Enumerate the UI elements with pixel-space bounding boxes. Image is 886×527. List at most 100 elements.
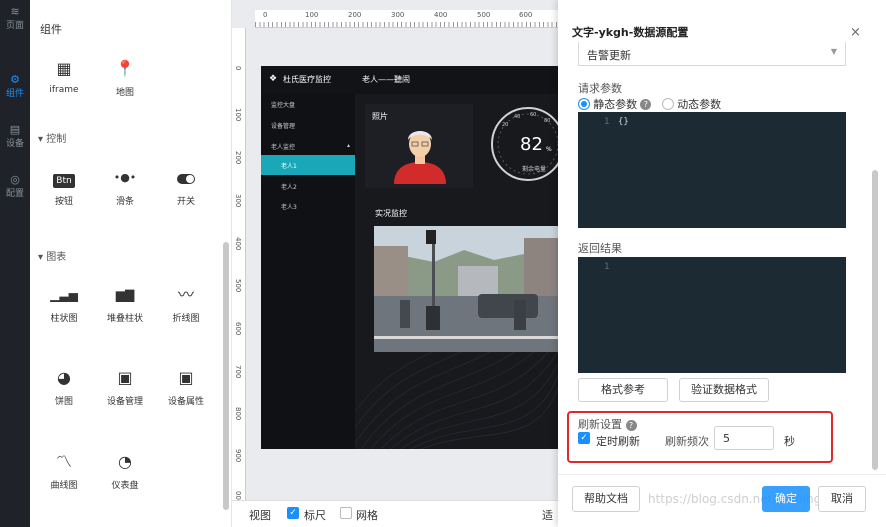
component-gauge[interactable]: ◔ 仪表盘	[95, 451, 155, 491]
component-pie-chart[interactable]: ◕ 饼图	[34, 367, 94, 407]
left-ruler: 0 100 200 300 400 500 600 700 800 900 00	[232, 28, 246, 508]
grid-label: 网格	[356, 509, 378, 522]
select-value: 告警更新	[587, 49, 631, 62]
dashboard-submenu-item[interactable]: 老人2	[281, 182, 297, 191]
component-label: 按钮	[54, 197, 73, 207]
ruler-tick: 0	[263, 11, 268, 19]
confirm-button[interactable]: 确定	[762, 486, 810, 512]
panel-scrollbar[interactable]	[872, 170, 878, 470]
curve-chart-icon: 〽	[55, 452, 72, 471]
nav-item-components[interactable]: ⚙ 组件	[0, 74, 30, 100]
gauge-tick: 60	[530, 112, 537, 118]
component-button[interactable]: Btn 按钮	[34, 167, 94, 207]
component-stacked-bar[interactable]: ▆▇ 堆叠柱状	[95, 284, 155, 324]
ruler-tick: 400	[434, 11, 448, 19]
component-curve-chart[interactable]: 〽曲线图	[34, 451, 94, 491]
ruler-tick: 100	[234, 108, 242, 122]
device-attr-icon: ▣	[178, 368, 194, 387]
timed-refresh-checkbox[interactable]: ✓	[578, 432, 590, 444]
component-slider[interactable]: •●• 滑条	[95, 167, 155, 207]
line-number: 1	[604, 262, 610, 272]
view-label: 视图	[249, 509, 271, 522]
top-ruler: 0 100 200 300 400 500 600	[255, 10, 558, 28]
ruler-tick: 700	[234, 365, 242, 379]
close-icon[interactable]: ×	[850, 25, 861, 40]
refresh-freq-label: 刷新频次	[665, 435, 709, 448]
ruler-checkbox[interactable]: ✓	[287, 507, 299, 519]
component-label: 设备管理	[106, 397, 143, 407]
line-number: 1	[604, 117, 610, 127]
settings-icon: ◎	[10, 173, 20, 186]
component-switch[interactable]: 开关	[156, 167, 216, 207]
ruler-tick: 500	[234, 279, 242, 293]
help-icon[interactable]: ?	[640, 98, 652, 110]
component-label: 仪表盘	[111, 481, 139, 491]
dashboard-menu-item[interactable]: 设备管理	[271, 121, 295, 130]
photo-card: 照片	[365, 104, 473, 188]
group-chart-toggle[interactable]: ▾ 图表	[38, 248, 66, 263]
main-nav: ≋ 页面 ⚙ 组件 ▤ 设备 ◎ 配置	[0, 0, 30, 527]
radio-label: 静态参数	[593, 98, 638, 111]
component-label: 开关	[176, 197, 195, 207]
datasource-select[interactable]: 告警更新 ▼	[578, 42, 846, 66]
component-map[interactable]: 📍 地图	[95, 58, 155, 98]
static-param-radio[interactable]: 静态参数 ?	[578, 96, 652, 112]
dashboard-menu-item[interactable]: 老人监控	[271, 142, 295, 151]
component-iframe[interactable]: ▦ iframe	[34, 58, 94, 95]
component-scrollbar[interactable]	[223, 242, 229, 510]
live-monitor-video[interactable]	[374, 226, 558, 352]
component-device-attr[interactable]: ▣ 设备属性	[156, 367, 216, 407]
dashboard-submenu-item[interactable]: 老人3	[281, 202, 297, 211]
component-label: 饼图	[54, 397, 73, 407]
grid-checkbox[interactable]	[340, 507, 352, 519]
help-icon[interactable]: ?	[625, 420, 637, 431]
component-line-chart[interactable]: 〰折线图	[156, 284, 216, 324]
nav-item-devices[interactable]: ▤ 设备	[0, 124, 30, 150]
gauge-value: 82	[520, 134, 543, 155]
ruler-tick: 200	[234, 151, 242, 165]
map-pin-icon: 📍	[115, 59, 135, 78]
format-reference-button[interactable]: 格式参考	[578, 378, 668, 402]
street-scene-image	[374, 226, 558, 352]
nav-item-page[interactable]: ≋ 页面	[0, 6, 30, 32]
slider-icon: •●•	[113, 171, 137, 184]
component-label: 柱状图	[50, 314, 78, 324]
timed-refresh-label: 定时刷新	[596, 435, 640, 448]
nav-item-config[interactable]: ◎ 配置	[0, 173, 30, 200]
verify-format-button[interactable]: 验证数据格式	[679, 378, 769, 402]
gauge-tick: 80	[544, 118, 551, 124]
dashboard-header-title: 老人——聽闹	[362, 75, 410, 84]
dashboard-menu-item[interactable]: 监控大盘	[271, 100, 295, 109]
dynamic-param-radio[interactable]: 动态参数	[662, 96, 721, 112]
help-doc-button[interactable]: 帮助文档	[572, 486, 640, 512]
elder-avatar-icon	[394, 131, 446, 184]
ruler-tick: 300	[234, 194, 242, 208]
fit-label[interactable]: 适	[542, 507, 553, 523]
iframe-icon: ▦	[56, 59, 72, 78]
check-icon: ✓	[578, 432, 590, 444]
component-bar-chart[interactable]: ▁▃▅ 柱状图	[34, 284, 94, 324]
gauge-tick: 40	[514, 114, 521, 120]
component-panel: 组件 ▦ iframe 📍 地图 ▾ 控制 Btn 按钮 •●• 滑条 开关 ▾ 图表 …	[30, 0, 232, 527]
result-label: 返回结果	[578, 242, 622, 255]
battery-gauge: 20 40 60 80 82 % 剩余电量	[480, 100, 558, 188]
gauge-unit: %	[546, 146, 552, 153]
ruler-label: 标尺	[304, 509, 326, 522]
canvas-bottom-toolbar: 视图 ✓ 标尺 网格 适	[232, 500, 558, 527]
dashboard-submenu-active[interactable]: 老人1	[261, 155, 355, 175]
group-control-toggle[interactable]: ▾ 控制	[38, 130, 66, 145]
device-manage-icon: ▣	[117, 368, 133, 387]
brand-logo-icon: ❖	[269, 74, 278, 84]
result-editor[interactable]: 1	[578, 257, 846, 373]
request-params-editor[interactable]: 1 {}	[578, 112, 846, 228]
refresh-freq-input[interactable]: 5	[714, 426, 774, 450]
stacked-bar-icon: ▆▇	[115, 288, 135, 302]
chevron-down-icon: ▼	[830, 47, 837, 56]
chevron-up-icon: ▴	[347, 142, 351, 149]
component-label: iframe	[49, 85, 79, 95]
dashboard-submenu-label: 老人1	[281, 163, 297, 170]
ruler-tick: 200	[348, 11, 362, 19]
code-text: {}	[618, 117, 629, 127]
cancel-button[interactable]: 取消	[818, 486, 866, 512]
component-device-manage[interactable]: ▣ 设备管理	[95, 367, 155, 407]
